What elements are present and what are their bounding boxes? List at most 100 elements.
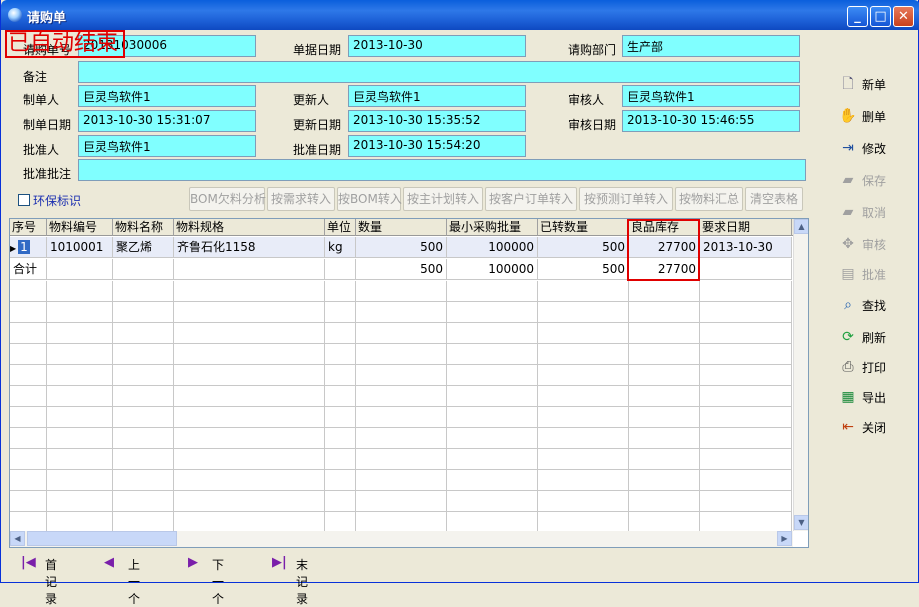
empty-cell — [174, 491, 325, 512]
col-qty[interactable]: 数量 — [356, 219, 447, 236]
demand-import-button[interactable]: 按需求转入 — [267, 187, 335, 211]
auditor-field[interactable]: 巨灵鸟软件1 — [622, 85, 800, 107]
creator-field[interactable]: 巨灵鸟软件1 — [78, 85, 256, 107]
eco-checkbox[interactable] — [18, 194, 30, 206]
empty-cell — [174, 323, 325, 344]
empty-cell — [10, 281, 47, 302]
empty-cell — [47, 302, 113, 323]
scroll-up-icon[interactable]: ▲ — [794, 219, 808, 234]
bom-import-button[interactable]: 按BOM转入 — [337, 187, 402, 211]
cell-name: 聚乙烯 — [113, 237, 174, 258]
scroll-down-icon[interactable]: ▼ — [794, 515, 808, 530]
doc-date-field[interactable]: 2013-10-30 — [348, 35, 526, 57]
empty-row[interactable] — [10, 386, 792, 407]
approve-note-field[interactable] — [78, 159, 806, 181]
scroll-thumb[interactable] — [27, 531, 177, 546]
delete-button[interactable]: ✋ 删单 — [837, 103, 903, 129]
cell-empty — [174, 259, 325, 280]
empty-row[interactable] — [10, 407, 792, 428]
empty-cell — [174, 344, 325, 365]
approver-field[interactable]: 巨灵鸟软件1 — [78, 135, 256, 157]
approve-date-field[interactable]: 2013-10-30 15:54:20 — [348, 135, 526, 157]
empty-cell — [325, 470, 356, 491]
col-unit[interactable]: 单位 — [325, 219, 356, 236]
col-converted[interactable]: 已转数量 — [538, 219, 629, 236]
empty-cell — [447, 407, 538, 428]
clear-table-button[interactable]: 清空表格 — [745, 187, 803, 211]
empty-cell — [700, 302, 792, 323]
maximize-button[interactable]: □ — [870, 6, 891, 27]
empty-cell — [325, 344, 356, 365]
dept-field[interactable]: 生产部 — [622, 35, 800, 57]
empty-cell — [47, 365, 113, 386]
empty-row[interactable] — [10, 512, 792, 533]
export-button[interactable]: ▦ 导出 — [837, 384, 903, 410]
empty-row[interactable] — [10, 344, 792, 365]
col-seq[interactable]: 序号 — [10, 219, 47, 236]
close-button[interactable]: ⇤ 关闭 — [837, 414, 903, 440]
empty-cell — [538, 323, 629, 344]
empty-cell — [325, 449, 356, 470]
empty-row[interactable] — [10, 491, 792, 512]
empty-row[interactable] — [10, 302, 792, 323]
save-button[interactable]: ▰ 保存 — [837, 167, 903, 193]
approve-note-label: 批准批注 — [23, 167, 72, 181]
empty-row[interactable] — [10, 470, 792, 491]
cell-empty — [113, 259, 174, 280]
empty-row[interactable] — [10, 365, 792, 386]
col-spec[interactable]: 物料规格 — [174, 219, 325, 236]
update-date-field[interactable]: 2013-10-30 15:35:52 — [348, 110, 526, 132]
empty-cell — [447, 281, 538, 302]
cancel-button[interactable]: ▰ 取消 — [837, 199, 903, 225]
eco-label: 环保标识 — [33, 194, 82, 208]
empty-cell — [113, 491, 174, 512]
empty-cell — [113, 302, 174, 323]
cell-empty — [325, 259, 356, 280]
remark-field[interactable] — [78, 61, 800, 83]
approve-doc-icon: ▤ — [841, 266, 855, 282]
customer-order-import-button[interactable]: 按客户订单转入 — [485, 187, 577, 211]
create-date-field[interactable]: 2013-10-30 15:31:07 — [78, 110, 256, 132]
audit-hands-icon: ✥ — [842, 236, 854, 252]
close-window-button[interactable]: ✕ — [893, 6, 914, 27]
minimize-button[interactable]: _ — [847, 6, 868, 27]
empty-cell — [47, 323, 113, 344]
empty-row[interactable] — [10, 449, 792, 470]
vertical-scrollbar[interactable]: ▲ ▼ — [793, 219, 808, 531]
empty-row[interactable] — [10, 323, 792, 344]
empty-cell — [538, 470, 629, 491]
items-grid[interactable]: 序号 物料编号 物料名称 物料规格 单位 数量 最小采购批量 已转数量 良品库存… — [9, 218, 809, 548]
col-name[interactable]: 物料名称 — [113, 219, 174, 236]
print-button[interactable]: ⎙ 打印 — [837, 354, 903, 380]
col-code[interactable]: 物料编号 — [47, 219, 113, 236]
empty-cell — [10, 449, 47, 470]
col-req-date[interactable]: 要求日期 — [700, 219, 792, 236]
title-bar: 请购单 _ □ ✕ — [1, 0, 919, 30]
find-button[interactable]: ⌕ 查找 — [837, 292, 903, 318]
updater-field[interactable]: 巨灵鸟软件1 — [348, 85, 526, 107]
refresh-button[interactable]: ⟳ 刷新 — [837, 324, 903, 350]
scroll-left-icon[interactable]: ◀ — [10, 531, 25, 546]
col-min-lot[interactable]: 最小采购批量 — [447, 219, 538, 236]
stock-highlight-box — [627, 219, 700, 281]
material-summary-button[interactable]: 按物料汇总 — [675, 187, 743, 211]
empty-row[interactable] — [10, 428, 792, 449]
scroll-right-icon[interactable]: ▶ — [777, 531, 792, 546]
bom-shortage-button[interactable]: BOM欠料分析 — [189, 187, 266, 211]
forecast-order-import-button[interactable]: 按预测订单转入 — [579, 187, 673, 211]
update-date-label: 更新日期 — [293, 118, 342, 132]
audit-date-field[interactable]: 2013-10-30 15:46:55 — [622, 110, 800, 132]
empty-cell — [174, 386, 325, 407]
master-plan-import-button[interactable]: 按主计划转入 — [403, 187, 483, 211]
new-button[interactable]: 🗋 新单 — [837, 71, 903, 97]
approve-button[interactable]: ▤ 批准 — [837, 261, 903, 287]
empty-row[interactable] — [10, 281, 792, 302]
empty-cell — [629, 428, 700, 449]
empty-cell — [629, 407, 700, 428]
cell-seq: ▶ 1 — [10, 237, 47, 258]
empty-cell — [629, 470, 700, 491]
audit-button[interactable]: ✥ 审核 — [837, 231, 903, 257]
horizontal-scrollbar[interactable]: ◀ ▶ — [10, 531, 793, 547]
edit-button[interactable]: ⇥ 修改 — [837, 135, 903, 161]
empty-cell — [538, 512, 629, 533]
